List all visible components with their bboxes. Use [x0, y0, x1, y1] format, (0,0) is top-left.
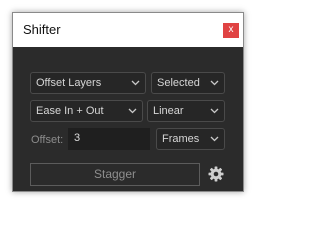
offset-unit-label: Frames	[162, 133, 200, 145]
chevron-down-icon	[210, 108, 219, 114]
chevron-down-icon	[210, 136, 219, 142]
stagger-button[interactable]: Stagger	[30, 163, 200, 186]
chevron-down-icon	[131, 80, 140, 86]
offset-unit-dropdown[interactable]: Frames	[156, 128, 225, 150]
panel-body: Offset Layers Selected Ease In + Out Lin…	[13, 47, 243, 191]
mode-dropdown[interactable]: Offset Layers	[30, 72, 146, 94]
offset-input[interactable]: 3	[68, 128, 150, 150]
scope-dropdown-label: Selected	[157, 77, 200, 89]
chevron-down-icon	[128, 108, 137, 114]
interpolation-dropdown-label: Linear	[153, 105, 184, 117]
title-bar[interactable]: Shifter x	[13, 13, 243, 47]
stagger-button-label: Stagger	[93, 167, 137, 181]
scope-dropdown[interactable]: Selected	[151, 72, 225, 94]
chevron-down-icon	[210, 80, 219, 86]
interpolation-dropdown[interactable]: Linear	[147, 100, 225, 122]
close-button[interactable]: x	[223, 23, 239, 38]
window-title: Shifter	[23, 22, 61, 37]
close-icon: x	[228, 24, 234, 35]
easing-dropdown-label: Ease In + Out	[36, 105, 104, 117]
shifter-window: Shifter x Offset Layers Selected Ease In…	[12, 12, 244, 192]
gear-icon[interactable]	[208, 166, 224, 182]
mode-dropdown-label: Offset Layers	[36, 77, 102, 89]
offset-label: Offset:	[31, 134, 64, 146]
easing-dropdown[interactable]: Ease In + Out	[30, 100, 143, 122]
